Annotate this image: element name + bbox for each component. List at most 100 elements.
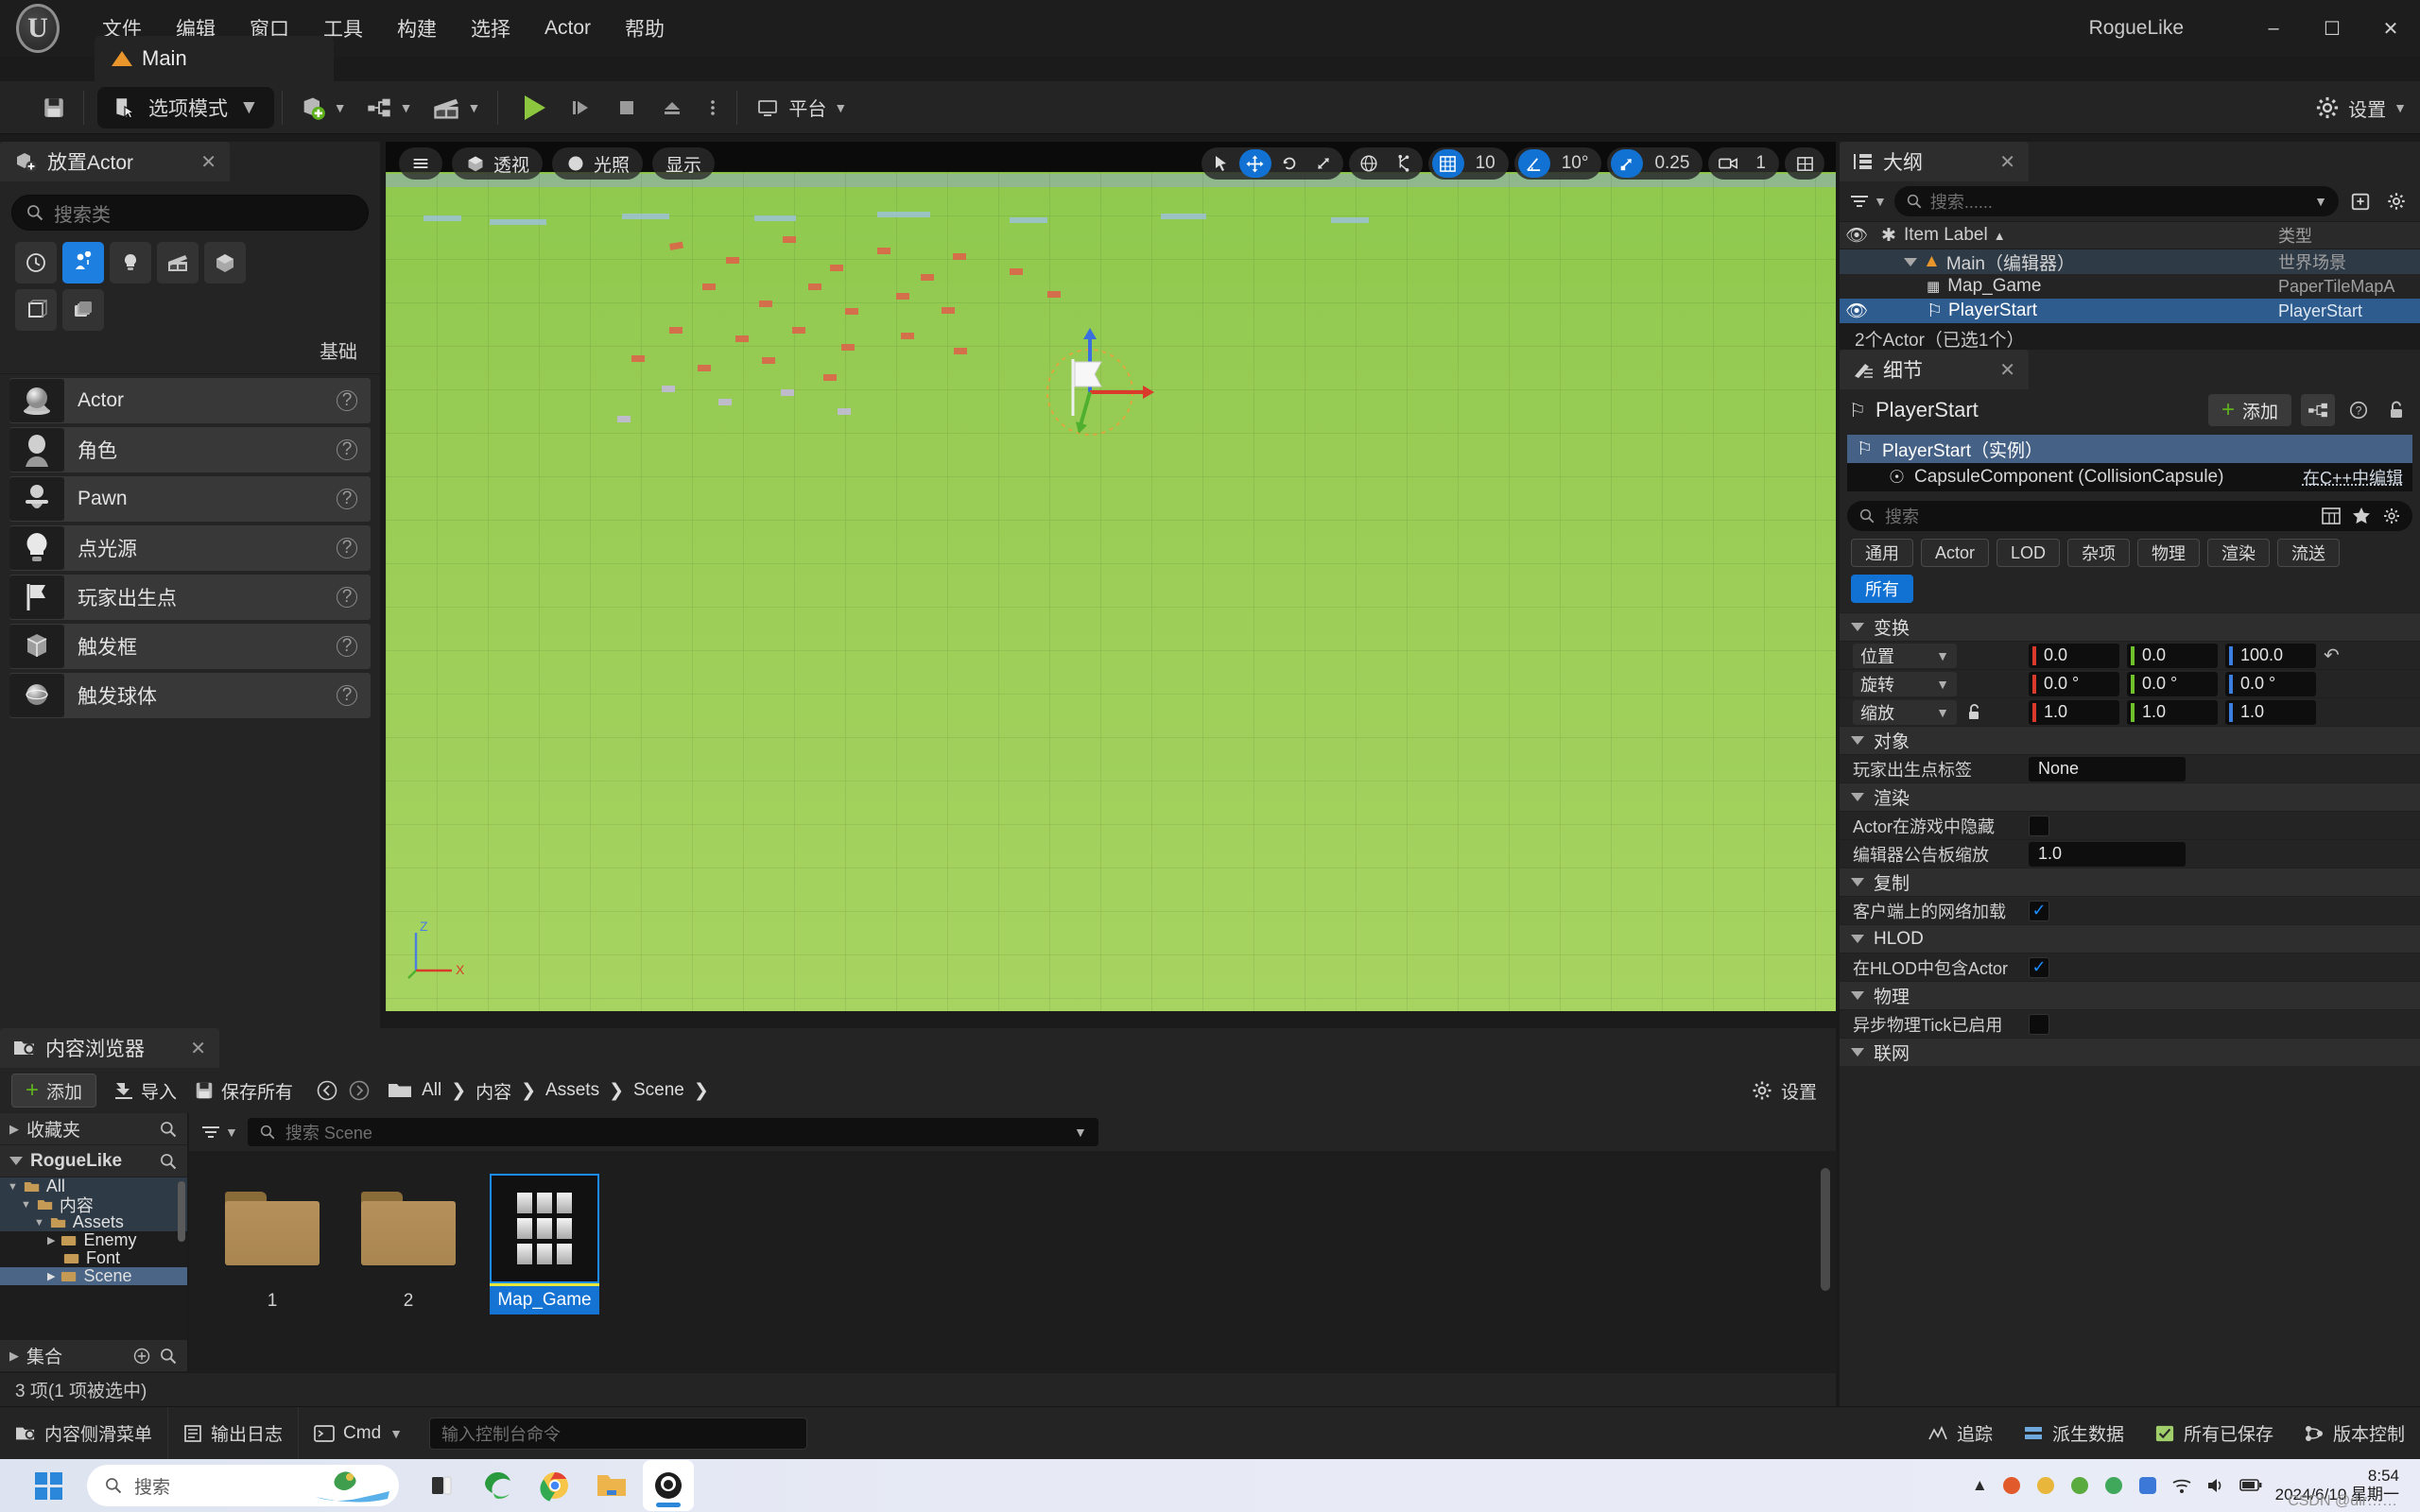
- category-visual-effects[interactable]: [204, 242, 246, 284]
- section-replication[interactable]: 复制: [1840, 868, 2420, 896]
- chevron-down-icon[interactable]: ▼: [1074, 1125, 1087, 1140]
- content-drawer-button[interactable]: 内容侧滑菜单: [0, 1407, 168, 1460]
- breadcrumb-assets[interactable]: Assets: [545, 1080, 599, 1101]
- forward-arrow-icon[interactable]: [348, 1079, 371, 1102]
- camera-speed-value[interactable]: 1: [1746, 153, 1775, 174]
- eject-button[interactable]: [651, 87, 693, 129]
- cinematics-button[interactable]: ▼: [423, 87, 491, 129]
- location-z-field[interactable]: 100.0: [2225, 644, 2316, 668]
- menu-help[interactable]: 帮助: [608, 9, 682, 48]
- search-icon[interactable]: [159, 1347, 178, 1366]
- play-options-button[interactable]: [697, 87, 729, 129]
- section-object[interactable]: 对象: [1840, 726, 2420, 754]
- component-row-playerstart[interactable]: ⚐ PlayerStart（实例）: [1847, 435, 2412, 463]
- tray-app3-icon[interactable]: [2069, 1475, 2090, 1496]
- asset-filter-button[interactable]: ▼: [200, 1124, 238, 1141]
- outliner-row-player-start[interactable]: 👁 ⚐ PlayerStart PlayerStart: [1840, 299, 2420, 323]
- scale-snap-value[interactable]: 0.25: [1645, 153, 1699, 174]
- place-item-trigger-box[interactable]: 触发框 ?: [9, 624, 371, 669]
- outliner-tab[interactable]: 大纲 ✕: [1840, 142, 2029, 181]
- reset-icon[interactable]: ↶: [2324, 644, 2340, 667]
- level-tab-main[interactable]: Main: [95, 36, 334, 81]
- scale-y-field[interactable]: 1.0: [2127, 700, 2218, 725]
- mode-selector[interactable]: 选项模式 ▼: [97, 87, 274, 129]
- trace-button[interactable]: 追踪: [1912, 1407, 2008, 1460]
- add-collection-icon[interactable]: [132, 1347, 151, 1366]
- viewport-menu-button[interactable]: [399, 147, 442, 180]
- place-actors-tab[interactable]: 放置Actor ✕: [0, 142, 230, 181]
- back-arrow-icon[interactable]: [316, 1079, 338, 1102]
- help-icon[interactable]: ?: [337, 489, 357, 509]
- category-cinematic[interactable]: [157, 242, 199, 284]
- category-geometry[interactable]: [15, 289, 57, 331]
- place-search-input[interactable]: 搜索类: [11, 195, 369, 231]
- tree-scrollbar[interactable]: [178, 1181, 185, 1242]
- blueprints-button[interactable]: ▼: [356, 87, 423, 129]
- wifi-icon[interactable]: [2171, 1476, 2192, 1495]
- help-icon[interactable]: ?: [337, 636, 357, 657]
- start-button[interactable]: [26, 1464, 70, 1507]
- include-hlod-checkbox[interactable]: ✓: [2029, 957, 2049, 978]
- viewport-show-button[interactable]: 显示: [652, 147, 715, 180]
- save-outliner-button[interactable]: [2346, 185, 2375, 217]
- menu-select[interactable]: 选择: [454, 9, 527, 48]
- tray-app5-icon[interactable]: [2137, 1475, 2158, 1496]
- tray-up-arrow-icon[interactable]: ▲: [1972, 1476, 1988, 1495]
- add-actor-button[interactable]: ▼: [290, 87, 356, 129]
- platforms-button[interactable]: 平台 ▼: [745, 87, 856, 129]
- content-browser-tab[interactable]: 内容浏览器 ✕: [0, 1028, 219, 1068]
- rotate-tool-button[interactable]: [1273, 149, 1305, 178]
- close-icon[interactable]: ✕: [1999, 358, 2015, 382]
- angle-snap-toggle[interactable]: [1518, 149, 1550, 178]
- expand-arrow-icon[interactable]: [1904, 258, 1917, 266]
- playerstart-tag-field[interactable]: None: [2029, 757, 2186, 782]
- breadcrumb-scene[interactable]: Scene: [633, 1080, 684, 1101]
- eye-icon[interactable]: 👁: [1840, 300, 1874, 322]
- outliner-row-world[interactable]: ▲ Main（编辑器） 世界场景: [1840, 249, 2420, 274]
- lock-icon[interactable]: [2382, 394, 2411, 426]
- close-icon[interactable]: ✕: [190, 1037, 206, 1060]
- tree-node-scene[interactable]: ▶ Scene: [0, 1267, 187, 1285]
- chip-general[interactable]: 通用: [1851, 539, 1913, 567]
- maximize-button[interactable]: ☐: [2303, 0, 2361, 57]
- category-basic[interactable]: [62, 242, 104, 284]
- location-y-field[interactable]: 0.0: [2127, 644, 2218, 668]
- chip-all[interactable]: 所有: [1851, 575, 1913, 603]
- section-rendering[interactable]: 渲染: [1840, 782, 2420, 811]
- project-header[interactable]: RogueLike: [0, 1145, 187, 1177]
- tree-node-all[interactable]: ▼ All: [0, 1177, 187, 1195]
- tray-app-icon[interactable]: [2001, 1475, 2022, 1496]
- breadcrumb-all[interactable]: All: [422, 1080, 441, 1101]
- scale-combo[interactable]: 缩放▼: [1853, 700, 1957, 725]
- edge-button[interactable]: [473, 1460, 524, 1511]
- toolbar-settings[interactable]: 设置 ▼: [2314, 81, 2407, 134]
- blueprint-edit-button[interactable]: [2301, 394, 2335, 426]
- level-viewport[interactable]: 透视 光照 显示: [386, 142, 1836, 1011]
- component-row-capsule[interactable]: ☉ CapsuleComponent (CollisionCapsule) 在C…: [1847, 463, 2412, 491]
- viewport-layout-button[interactable]: [1789, 149, 1821, 178]
- volume-icon[interactable]: [2205, 1476, 2226, 1495]
- help-icon[interactable]: ?: [337, 390, 357, 411]
- location-combo[interactable]: 位置▼: [1853, 644, 1957, 668]
- close-icon[interactable]: ✕: [200, 150, 216, 174]
- place-item-character[interactable]: 角色 ?: [9, 427, 371, 472]
- details-tab[interactable]: 细节 ✕: [1840, 350, 2029, 389]
- battery-icon[interactable]: [2239, 1477, 2262, 1494]
- save-button[interactable]: [32, 87, 76, 129]
- camera-speed-button[interactable]: [1712, 149, 1744, 178]
- viewport-lighting-button[interactable]: 光照: [552, 147, 643, 180]
- category-volumes[interactable]: [62, 289, 104, 331]
- close-icon[interactable]: ✕: [1999, 150, 2015, 174]
- place-item-point-light[interactable]: 点光源 ?: [9, 525, 371, 571]
- help-icon[interactable]: ?: [337, 685, 357, 706]
- outliner-row-map-game[interactable]: ▦ Map_Game PaperTileMapA: [1840, 274, 2420, 299]
- chip-misc[interactable]: 杂项: [2067, 539, 2130, 567]
- unreal-logo[interactable]: U: [0, 0, 76, 57]
- taskbar-search-input[interactable]: 搜索: [87, 1465, 399, 1506]
- async-physics-checkbox[interactable]: [2029, 1014, 2049, 1035]
- help-icon[interactable]: ?: [337, 439, 357, 460]
- move-tool-button[interactable]: [1239, 149, 1271, 178]
- unreal-editor-button[interactable]: [643, 1460, 694, 1511]
- scale-z-field[interactable]: 1.0: [2225, 700, 2316, 725]
- asset-tile-folder-1[interactable]: 1: [217, 1174, 327, 1314]
